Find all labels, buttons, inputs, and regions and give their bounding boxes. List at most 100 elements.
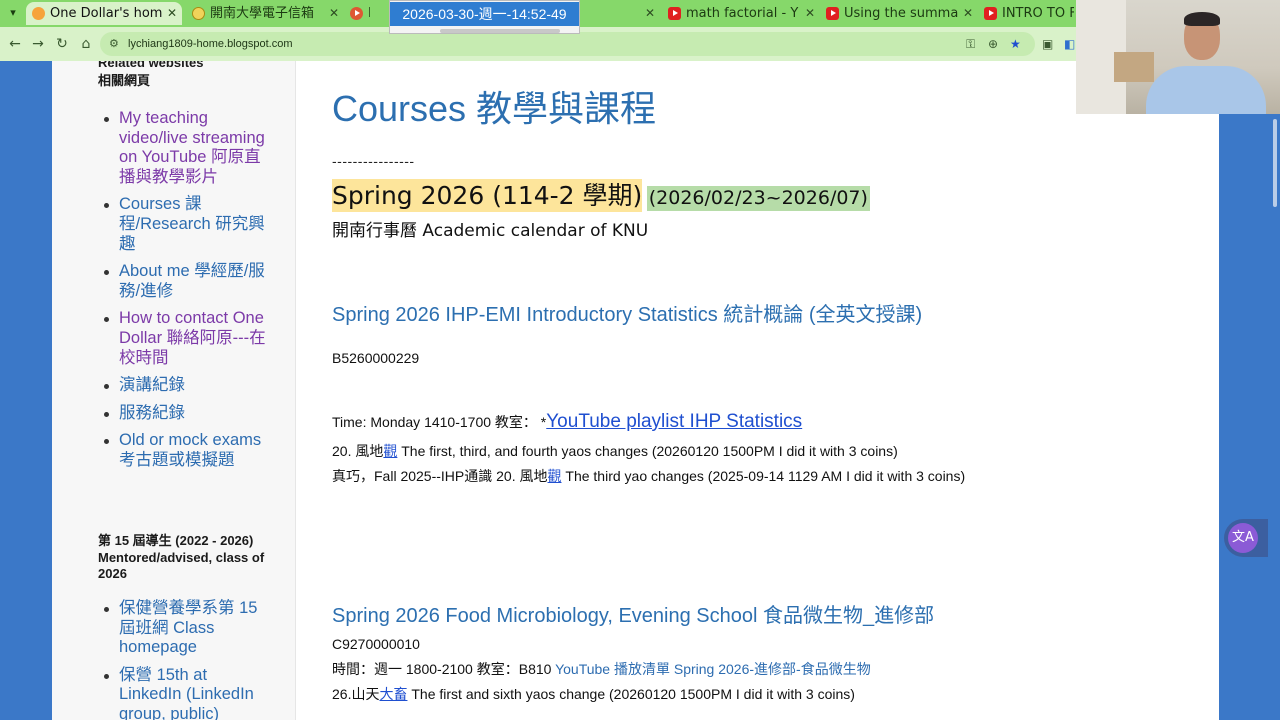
youtube-playlist-statistics-link[interactable]: YouTube playlist IHP Statistics: [546, 411, 802, 432]
tab-duckduckgo[interactable]: Duc: [344, 2, 390, 25]
profile-icon[interactable]: ◧: [1064, 36, 1075, 52]
yao-prefix: 真巧，Fall 2025--IHP通識 20. 風地: [332, 468, 548, 484]
sidebar-link-service[interactable]: 服務紀錄: [119, 404, 185, 422]
yao-line-3: 26.山天大畜 The first and sixth yaos change …: [332, 685, 855, 703]
sidebar-link-linkedin-group[interactable]: 保營 15th at LinkedIn (LinkedIn group, pub…: [119, 666, 254, 720]
yao-prefix: 26.山天: [332, 686, 380, 702]
sidebar-link-exams[interactable]: Old or mock exams 考古題或模擬題: [119, 431, 261, 469]
main-content: Courses 教學與課程 ---------------- Spring 20…: [332, 61, 1212, 720]
list-item: 保營 15th at LinkedIn (LinkedIn group, pub…: [98, 666, 268, 720]
password-key-icon[interactable]: ⚿: [966, 37, 975, 51]
mentor-heading: 第 15 屆導生 (2022 - 2026) Mentored/advised,…: [98, 533, 265, 581]
forward-icon[interactable]: →: [28, 34, 48, 54]
extension-icon[interactable]: ▣: [1042, 36, 1053, 52]
webcam-overlay: [1076, 0, 1280, 114]
list-item: About me 學經歷/服務/進修: [98, 262, 268, 301]
tab-intro-to-fa[interactable]: INTRO TO FA: [978, 2, 1078, 25]
close-tab-icon[interactable]: ✕: [963, 2, 973, 25]
youtube-playlist-food-micro-link[interactable]: YouTube 播放清單 Spring 2026-進修部-食品微生物: [555, 661, 871, 677]
tab-knu-mail[interactable]: 開南大學電子信箱 ✕: [186, 2, 344, 25]
close-tab-icon[interactable]: ✕: [805, 2, 815, 25]
list-item: My teaching video/live streaming on YouT…: [98, 109, 268, 187]
clock-text: 2026-03-30-週一-14:52-49: [390, 2, 579, 26]
list-item: Old or mock exams 考古題或模擬題: [98, 431, 268, 470]
close-tab-icon[interactable]: ✕: [645, 2, 655, 25]
tab-title: Using the summat: [844, 6, 958, 21]
tab-title: One Dollar's home: [50, 6, 162, 21]
hexagram-link-da-xu[interactable]: 大畜: [379, 686, 407, 702]
related-websites-heading: Related websites: [98, 61, 204, 70]
yao-description: The first, third, and fourth yaos change…: [397, 443, 898, 459]
semester-line: Spring 2026 (114-2 學期) (2026/02/23~2026/…: [332, 179, 870, 213]
yao-description: The first and sixth yaos change (2026012…: [407, 686, 855, 702]
presenter-hair: [1184, 12, 1220, 26]
related-links-list: My teaching video/live streaming on YouT…: [98, 109, 268, 479]
duckduckgo-icon: [350, 7, 363, 20]
list-item: How to contact One Dollar 聯絡阿原---在校時間: [98, 309, 268, 368]
tab-title: math factorial - Y: [686, 6, 799, 21]
course-time-line: Time: Monday 1410-1700 教室： *YouTube play…: [332, 411, 802, 432]
address-bar[interactable]: ⚙ lychiang1809-home.blogspot.com ⚿ ⊕ ★: [100, 32, 1035, 56]
close-tab-icon[interactable]: ✕: [167, 2, 177, 25]
course-code: C9270000010: [332, 636, 420, 652]
scrollbar-thumb[interactable]: [1273, 119, 1277, 207]
presenter-body: [1146, 66, 1266, 114]
divider-dashes: ----------------: [332, 153, 415, 169]
knu-icon: [192, 7, 205, 20]
clock-progress: [440, 29, 560, 33]
tab-one-dollar-home[interactable]: One Dollar's home ✕: [26, 2, 182, 25]
list-item: Courses 課程/Research 研究興趣: [98, 195, 268, 254]
list-item: 演講紀錄: [98, 376, 268, 396]
zoom-icon[interactable]: ⊕: [988, 37, 998, 51]
hexagram-link-guan[interactable]: 觀: [548, 468, 562, 484]
course-time-text: Time: Monday 1410-1700 教室： *: [332, 414, 547, 430]
blogger-icon: [32, 7, 45, 20]
youtube-icon: [826, 7, 839, 20]
semester-title: Spring 2026 (114-2 學期): [332, 179, 643, 212]
home-icon[interactable]: ⌂: [76, 34, 96, 54]
tab-hidden-segment[interactable]: ✕: [580, 2, 660, 25]
mentor-links-list: 保健營養學系第 15 屆班網 Class homepage 保營 15th at…: [98, 599, 268, 720]
academic-calendar-text: 開南行事曆 Academic calendar of KNU: [332, 221, 649, 241]
tab-title: Duc: [368, 2, 370, 25]
reload-icon[interactable]: ↻: [52, 34, 72, 54]
yao-description: The third yao changes (2025-09-14 1129 A…: [561, 468, 966, 484]
yao-prefix: 20. 風地: [332, 443, 384, 459]
sidebar-link-youtube-teaching[interactable]: My teaching video/live streaming on YouT…: [119, 109, 265, 186]
back-icon[interactable]: ←: [5, 34, 25, 54]
tab-math-factorial[interactable]: math factorial - Y ✕: [662, 2, 820, 25]
course-time-line: 時間：週一 1800-2100 教室：B810 YouTube 播放清單 Spr…: [332, 660, 871, 678]
youtube-icon: [984, 7, 997, 20]
course-heading-food-microbiology: Spring 2026 Food Microbiology, Evening S…: [332, 605, 935, 627]
sidebar-link-talks[interactable]: 演講紀錄: [119, 376, 185, 394]
hexagram-link-guan[interactable]: 觀: [383, 443, 397, 459]
sidebar: Related websites 相關網頁 My teaching video/…: [52, 61, 296, 720]
tab-title: INTRO TO FA: [1002, 6, 1074, 21]
semester-dates: (2026/02/23~2026/07): [646, 186, 870, 211]
yao-line-1: 20. 風地觀 The first, third, and fourth yao…: [332, 442, 898, 460]
sidebar-link-contact[interactable]: How to contact One Dollar 聯絡阿原---在校時間: [119, 309, 266, 366]
tab-using-summation[interactable]: Using the summat ✕: [820, 2, 978, 25]
course-code: B5260000229: [332, 350, 420, 366]
site-info-icon[interactable]: ⚙: [109, 38, 122, 50]
bookmark-star-icon[interactable]: ★: [1010, 37, 1021, 51]
tab-search-chevron-icon[interactable]: ▾: [3, 3, 23, 23]
clock-tooltip: 2026-03-30-週一-14:52-49: [389, 0, 580, 34]
youtube-icon: [668, 7, 681, 20]
blog-page: Related websites 相關網頁 My teaching video/…: [52, 61, 1219, 720]
list-item: 保健營養學系第 15 屆班網 Class homepage: [98, 599, 268, 658]
page-scrollbar[interactable]: [1270, 61, 1280, 720]
related-websites-heading-zh: 相關網頁: [98, 73, 151, 88]
translate-button[interactable]: 文A: [1224, 519, 1268, 557]
url-text[interactable]: lychiang1809-home.blogspot.com: [128, 32, 293, 56]
tab-title: 開南大學電子信箱: [210, 6, 315, 21]
course-time-text: 時間：週一 1800-2100 教室：B810: [332, 661, 556, 677]
sidebar-link-class-homepage[interactable]: 保健營養學系第 15 屆班網 Class homepage: [119, 599, 257, 656]
sidebar-link-courses[interactable]: Courses 課程/Research 研究興趣: [119, 195, 265, 252]
translate-icon: 文A: [1228, 523, 1258, 553]
yao-line-2: 真巧，Fall 2025--IHP通識 20. 風地觀 The third ya…: [332, 467, 965, 485]
page-title: Courses 教學與課程: [332, 88, 657, 129]
sidebar-link-about-me[interactable]: About me 學經歷/服務/進修: [119, 262, 265, 300]
close-tab-icon[interactable]: ✕: [329, 2, 339, 25]
course-heading-statistics: Spring 2026 IHP-EMI Introductory Statist…: [332, 304, 923, 326]
